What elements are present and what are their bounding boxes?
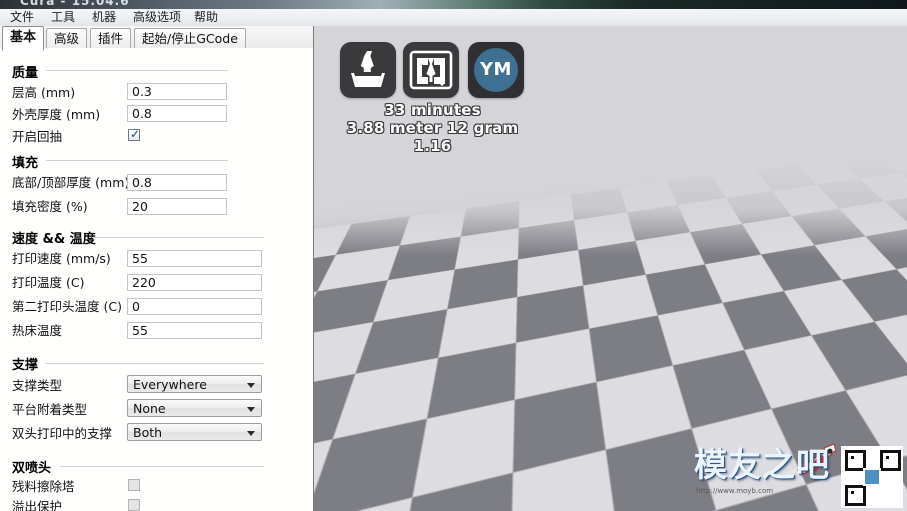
input-second-nozzle-temperature[interactable] (127, 298, 262, 315)
group-title-fill: 填充 (12, 152, 38, 171)
load-model-button[interactable] (340, 42, 396, 98)
group-title-support: 支撑 (12, 354, 38, 373)
group-rule-quality (46, 70, 228, 71)
print-button[interactable] (403, 42, 459, 98)
label-print-temperature: 打印温度 (C) (12, 276, 84, 290)
menu-tools[interactable]: 工具 (47, 10, 79, 25)
settings-tab-strip: 基本 高级 插件 起始/停止GCode (0, 26, 313, 49)
menu-expert[interactable]: 高级选项 (129, 10, 185, 25)
print-info-overlay: 33 minutes 3.88 meter 12 gram 1.16 (330, 101, 535, 155)
window-title: Cura - 15.04.6 (20, 0, 130, 8)
group-rule-speed-temperature (92, 237, 264, 238)
input-fill-density[interactable] (127, 198, 227, 215)
input-print-speed[interactable] (127, 250, 262, 267)
menu-bar: 文件 工具 机器 高级选项 帮助 (0, 9, 907, 27)
group-rule-support (46, 363, 264, 364)
cura-application-window: Cura - 15.04.6 文件 工具 机器 高级选项 帮助 基本 高级 插件… (0, 0, 907, 511)
checkbox-wipe-tower[interactable] (128, 479, 140, 491)
input-layer-height[interactable] (127, 83, 227, 100)
ym-logo-button[interactable]: YM (468, 42, 524, 98)
ym-logo-label: YM (474, 59, 518, 80)
label-dual-extrusion-support: 双头打印中的支撑 (12, 427, 112, 441)
chevron-down-icon (247, 383, 255, 388)
settings-panel: 基本 高级 插件 起始/停止GCode 质量 层高 (mm) 外壳厚度 (mm)… (0, 26, 314, 511)
label-fill-density: 填充密度 (%) (12, 200, 88, 214)
select-dual-extrusion-support[interactable]: Both (127, 423, 262, 441)
basic-settings-form: 质量 层高 (mm) 外壳厚度 (mm) 开启回抽 ✓ 填充 底部/顶部厚度 (… (0, 48, 313, 511)
select-platform-adhesion[interactable]: None (127, 399, 262, 417)
watermark-text: 模友之吧 (694, 448, 830, 482)
label-platform-adhesion: 平台附着类型 (12, 403, 87, 417)
check-mark-icon: ✓ (130, 128, 140, 140)
checkbox-enable-retraction[interactable]: ✓ (128, 129, 140, 141)
window-title-bar: Cura - 15.04.6 (0, 0, 907, 9)
chevron-down-icon (247, 431, 255, 436)
tab-advanced[interactable]: 高级 (46, 28, 87, 49)
group-title-dual-extrusion: 双喷头 (12, 457, 51, 476)
print-cost-text: 1.16 (330, 137, 535, 155)
load-model-icon (340, 42, 396, 98)
label-print-speed: 打印速度 (mm/s) (12, 252, 111, 266)
label-layer-height: 层高 (mm) (12, 86, 75, 100)
3d-viewport[interactable]: YM 33 minutes 3.88 meter 12 gram 1.16 (314, 26, 907, 511)
label-second-nozzle-temperature: 第二打印头温度 (C) (12, 300, 122, 314)
select-platform-adhesion-value: None (133, 400, 166, 416)
tab-basic[interactable]: 基本 (2, 26, 44, 51)
menu-file[interactable]: 文件 (6, 10, 38, 25)
label-wipe-tower: 残料擦除塔 (12, 480, 75, 494)
select-support-type[interactable]: Everywhere (127, 375, 262, 393)
select-dual-extrusion-support-value: Both (133, 424, 162, 440)
tab-plugins[interactable]: 插件 (90, 28, 131, 49)
label-shell-thickness: 外壳厚度 (mm) (12, 108, 100, 122)
group-rule-fill (46, 160, 228, 161)
group-title-speed-temperature: 速度 && 温度 (12, 228, 96, 247)
input-shell-thickness[interactable] (127, 105, 227, 122)
label-enable-retraction: 开启回抽 (12, 130, 62, 144)
watermark-url: http://www.moyb.com (696, 487, 773, 495)
print-material-text: 3.88 meter 12 gram (330, 119, 535, 137)
menu-help[interactable]: 帮助 (190, 10, 222, 25)
label-bed-temperature: 热床温度 (12, 324, 62, 338)
input-bottom-top-thickness[interactable] (127, 174, 227, 191)
select-support-type-value: Everywhere (133, 376, 207, 392)
tab-start-end-gcode[interactable]: 起始/停止GCode (134, 28, 246, 49)
checkbox-ooze-shield[interactable] (128, 499, 140, 511)
input-bed-temperature[interactable] (127, 322, 262, 339)
menu-machine[interactable]: 机器 (88, 10, 120, 25)
chevron-down-icon (247, 407, 255, 412)
print-toolpath-icon (403, 42, 459, 98)
watermark-overlay: 模友之吧 http://www.moyb.com (684, 440, 907, 511)
qr-code-icon (841, 446, 903, 508)
input-print-temperature[interactable] (127, 274, 262, 291)
label-ooze-shield: 溢出保护 (12, 500, 62, 511)
ym-logo-icon: YM (474, 48, 518, 92)
label-support-type: 支撑类型 (12, 379, 62, 393)
label-bottom-top-thickness: 底部/顶部厚度 (mm) (12, 176, 129, 190)
group-title-quality: 质量 (12, 62, 38, 81)
print-time-text: 33 minutes (330, 101, 535, 119)
group-rule-dual-extrusion (60, 466, 264, 467)
build-plate-checkerboard (314, 26, 907, 511)
